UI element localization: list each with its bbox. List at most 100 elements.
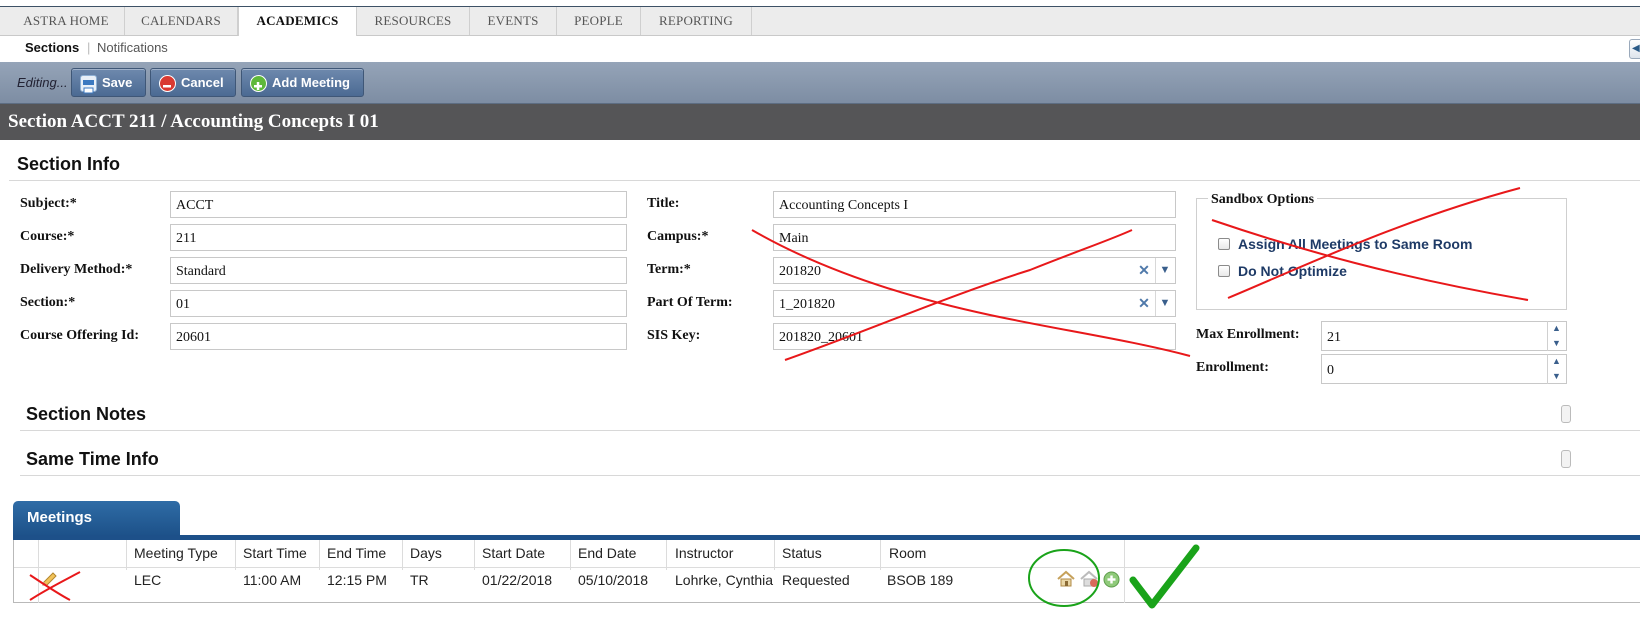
section-field[interactable]: 01	[170, 290, 627, 317]
subject-field[interactable]: ACCT	[170, 191, 627, 218]
grid-col-divider	[319, 540, 320, 570]
delivery-method-field[interactable]: Standard	[170, 257, 627, 284]
col-status[interactable]: Status	[782, 545, 822, 561]
cell-start-time: 11:00 AM	[243, 572, 302, 588]
subnav-sections[interactable]: Sections	[25, 40, 79, 55]
spin-down-icon[interactable]: ▼	[1548, 369, 1565, 384]
cell-end-date: 05/10/2018	[578, 572, 649, 588]
add-meeting-label: Add Meeting	[272, 75, 350, 90]
add-plus-icon	[250, 75, 267, 92]
do-not-optimize-label[interactable]: Do Not Optimize	[1238, 263, 1347, 279]
course-label: Course:*	[20, 229, 75, 244]
col-instructor[interactable]: Instructor	[675, 545, 733, 561]
sis-key-label: SIS Key:	[647, 328, 701, 343]
tab-astra-home[interactable]: ASTRA HOME	[8, 7, 125, 35]
enrollment-field[interactable]: 0	[1321, 354, 1567, 384]
spin-down-icon[interactable]: ▼	[1548, 336, 1565, 351]
col-start-time[interactable]: Start Time	[243, 545, 307, 561]
editing-label: Editing...	[17, 75, 68, 90]
same-time-info-divider	[20, 475, 1640, 476]
section-info-divider	[9, 180, 1640, 181]
sandbox-options-legend: Sandbox Options	[1208, 192, 1318, 208]
tab-calendars[interactable]: CALENDARS	[125, 7, 238, 35]
grid-col-divider	[235, 540, 236, 570]
col-days[interactable]: Days	[410, 545, 442, 561]
grid-col-divider	[880, 540, 881, 570]
page-title-bar: Section ACCT 211 / Accounting Concepts I…	[0, 104, 1640, 140]
pencil-icon[interactable]	[40, 571, 58, 592]
part-of-term-chevron-down-icon[interactable]: ▼	[1155, 291, 1174, 316]
house-icon[interactable]	[1056, 570, 1076, 591]
section-notes-divider	[20, 430, 1640, 431]
tab-reporting[interactable]: REPORTING	[641, 7, 752, 35]
max-enrollment-spinner[interactable]: ▲ ▼	[1547, 321, 1565, 351]
cell-start-date: 01/22/2018	[482, 572, 553, 588]
cell-meeting-type: LEC	[134, 572, 162, 588]
assign-same-room-label[interactable]: Assign All Meetings to Same Room	[1238, 236, 1472, 252]
term-clear-icon[interactable]: ✕	[1134, 258, 1154, 283]
part-of-term-value: 1_201820	[779, 297, 835, 312]
subnav-notifications[interactable]: Notifications	[97, 40, 168, 55]
cell-room: BSOB 189	[887, 572, 954, 588]
cell-status: Requested	[782, 572, 850, 588]
campus-field[interactable]: Main	[773, 224, 1176, 251]
section-notes-heading[interactable]: Section Notes	[26, 404, 146, 425]
same-time-info-heading[interactable]: Same Time Info	[26, 449, 159, 470]
spin-up-icon[interactable]: ▲	[1548, 321, 1565, 336]
col-start-date[interactable]: Start Date	[482, 545, 545, 561]
do-not-optimize-checkbox[interactable]	[1218, 265, 1230, 277]
section-info-heading: Section Info	[17, 154, 120, 174]
subject-label: Subject:*	[20, 196, 77, 211]
grid-col-divider	[666, 540, 667, 570]
col-end-date[interactable]: End Date	[578, 545, 636, 561]
edit-toolbar: Editing... Save Cancel Add Meeting	[0, 62, 1640, 104]
col-meeting-type[interactable]: Meeting Type	[134, 545, 218, 561]
enrollment-spinner[interactable]: ▲ ▼	[1547, 354, 1565, 384]
col-end-time[interactable]: End Time	[327, 545, 386, 561]
term-chevron-down-icon[interactable]: ▼	[1155, 258, 1174, 283]
part-of-term-label: Part Of Term:	[647, 295, 733, 310]
cancel-minus-icon	[159, 75, 176, 92]
section-label: Section:*	[20, 295, 76, 310]
page-title: Section ACCT 211 / Accounting Concepts I…	[8, 111, 379, 132]
save-button[interactable]: Save	[71, 68, 146, 97]
course-field[interactable]: 211	[170, 224, 627, 251]
max-enrollment-field[interactable]: 21	[1321, 321, 1567, 351]
tab-meetings[interactable]: Meetings	[13, 501, 180, 537]
part-of-term-clear-icon[interactable]: ✕	[1134, 291, 1154, 316]
sub-nav: Sections | Notifications	[0, 36, 1640, 63]
grid-header-divider	[14, 567, 1640, 568]
add-meeting-button[interactable]: Add Meeting	[241, 68, 364, 97]
title-label: Title:	[647, 196, 680, 211]
same-time-info-expand-icon[interactable]	[1561, 450, 1571, 468]
cancel-button[interactable]: Cancel	[150, 68, 236, 97]
grid-col-divider	[402, 540, 403, 570]
house-remove-icon[interactable]	[1079, 570, 1099, 591]
tab-resources[interactable]: RESOURCES	[357, 7, 470, 35]
course-offering-id-field[interactable]: 20601	[170, 323, 627, 350]
add-circle-icon[interactable]	[1103, 571, 1120, 591]
grid-col-divider	[38, 540, 39, 603]
grid-col-divider	[126, 540, 127, 570]
term-label: Term:*	[647, 262, 691, 277]
grid-col-divider	[1124, 540, 1125, 603]
part-of-term-select[interactable]: 1_201820	[773, 290, 1176, 317]
col-room[interactable]: Room	[889, 545, 926, 561]
enrollment-label: Enrollment:	[1196, 360, 1269, 375]
grid-col-divider	[570, 540, 571, 570]
title-field[interactable]: Accounting Concepts I	[773, 191, 1176, 218]
spin-up-icon[interactable]: ▲	[1548, 354, 1565, 369]
tab-people[interactable]: PEOPLE	[557, 7, 641, 35]
collapse-arrow-icon[interactable]: ◀	[1629, 39, 1640, 59]
sis-key-field[interactable]: 201820_20601	[773, 323, 1176, 350]
assign-same-room-checkbox[interactable]	[1218, 238, 1230, 250]
cell-instructor: Lohrke, Cynthia	[675, 572, 774, 588]
save-label: Save	[102, 75, 133, 90]
tab-academics[interactable]: ACADEMICS	[238, 7, 357, 37]
delivery-method-label: Delivery Method:*	[20, 262, 133, 277]
course-offering-id-label: Course Offering Id:	[20, 328, 139, 343]
term-select[interactable]: 201820	[773, 257, 1176, 284]
section-notes-expand-icon[interactable]	[1561, 405, 1571, 423]
subnav-separator: |	[87, 40, 91, 55]
tab-events[interactable]: EVENTS	[470, 7, 557, 35]
